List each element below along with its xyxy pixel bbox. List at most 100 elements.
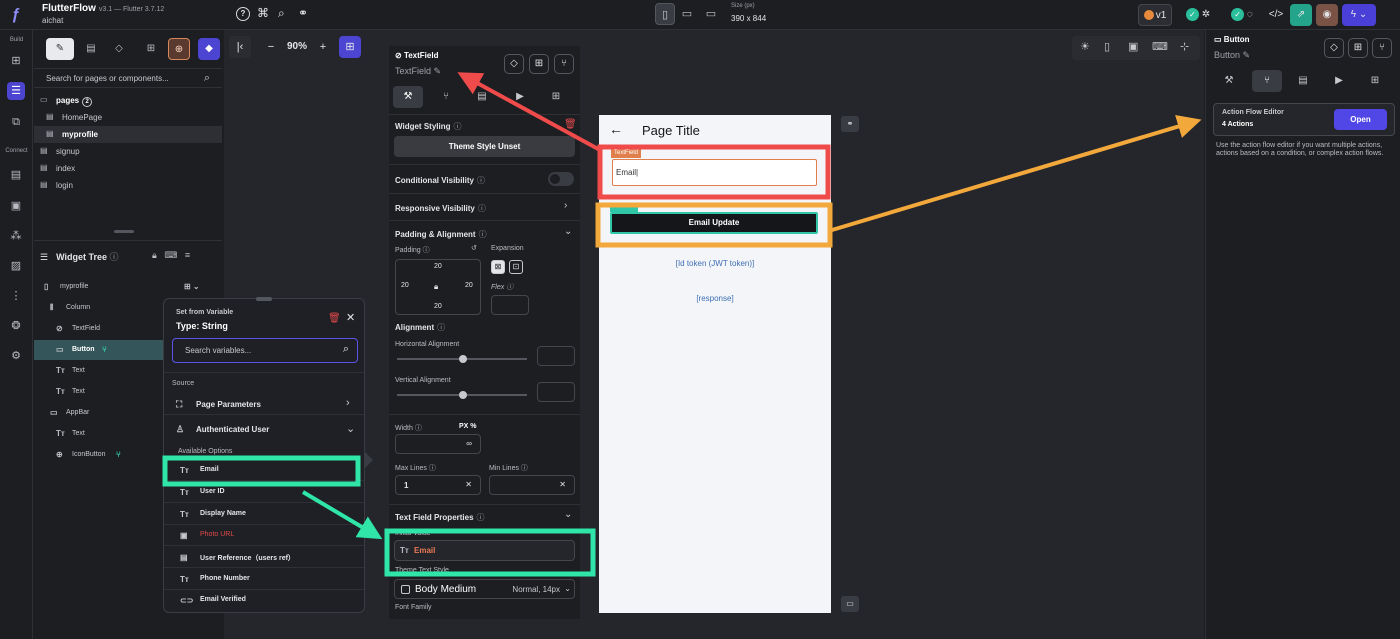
props-subtitle[interactable]: TextField ✎ — [395, 66, 441, 77]
backend-tab-icon[interactable]: ▤ — [1288, 70, 1318, 92]
diamond-icon[interactable]: ◇ — [504, 54, 524, 74]
light-mode-icon[interactable]: ☀ — [1080, 40, 1090, 53]
actions-tab-icon[interactable]: ⑂ — [431, 86, 461, 108]
help-icon[interactable]: ? — [236, 7, 250, 21]
collapse-panel-icon[interactable]: |‹ — [229, 36, 251, 58]
actions-tab-icon[interactable]: ⑂ — [1252, 70, 1282, 92]
database-icon[interactable]: ▤ — [7, 166, 25, 184]
email-textfield[interactable]: Email| — [612, 159, 817, 186]
page-item[interactable]: ▤ signup — [34, 143, 222, 160]
lock-icon[interactable]: 🔒︎ — [152, 250, 157, 260]
widget-tree-icon[interactable]: ☰ — [7, 82, 25, 100]
checkbox[interactable] — [401, 585, 410, 594]
email-update-button[interactable]: Email Update — [610, 212, 818, 234]
padding-bottom-input[interactable]: 20 — [434, 303, 442, 310]
pages-folder[interactable]: ▭ pages 2 — [34, 92, 222, 109]
page-item[interactable]: ▤ HomePage — [34, 109, 222, 126]
zoom-level[interactable]: 90% — [287, 41, 307, 52]
variable-search-input[interactable]: Search variables... ⌕ — [172, 338, 358, 363]
max-lines-input[interactable]: 1 ✕ — [395, 475, 481, 495]
media-icon[interactable]: ▨ — [7, 257, 25, 275]
components-tab-icon[interactable]: ▤ — [80, 38, 102, 60]
padding-alignment-title[interactable]: Padding & Alignment ⓘ — [395, 229, 487, 240]
option-phone-number[interactable]: Tт Phone Number — [164, 569, 364, 590]
page-item[interactable]: ▤ myprofile — [34, 126, 222, 143]
logic-icon[interactable]: ⋮ — [7, 287, 25, 305]
chat-button[interactable]: ✓ ◌ — [1222, 4, 1262, 26]
filter-icon[interactable]: ≡ — [185, 250, 190, 260]
debug-button[interactable]: ✓ ✲ — [1178, 4, 1218, 26]
premium-tab-icon[interactable]: ◇ — [108, 38, 130, 60]
diamond-icon[interactable]: ◆ — [198, 38, 220, 60]
phone-frame-icon[interactable]: ▯ — [1104, 40, 1110, 53]
popup-drag-handle[interactable] — [256, 297, 272, 301]
responsive-icon[interactable]: ▣ — [1128, 40, 1138, 53]
zoom-out-icon[interactable]: − — [263, 36, 279, 58]
chevron-right-icon[interactable]: › — [564, 200, 567, 211]
authenticated-user-row[interactable]: ♙ Authenticated User ⌄ — [164, 419, 364, 440]
link-icon[interactable]: ⚭ — [298, 6, 308, 20]
share-icon[interactable]: ⇗ — [1290, 4, 1312, 26]
responsive-visibility-title[interactable]: Responsive Visibility ⓘ — [395, 203, 486, 214]
chevron-down-icon[interactable]: ⌄ — [564, 509, 572, 520]
search-icon[interactable]: ⌕ — [278, 6, 285, 21]
clear-icon[interactable]: ✕ — [559, 480, 566, 489]
slider-knob[interactable] — [459, 355, 467, 363]
close-icon[interactable]: ✕ — [346, 311, 355, 324]
add-component-icon[interactable]: ⊞ ⌄ — [184, 282, 200, 291]
page-item[interactable]: ▤ index — [34, 160, 222, 177]
run-bolt-icon[interactable]: ϟ ⌄ — [1342, 4, 1376, 26]
trash-icon[interactable]: 🗑︎ — [328, 313, 341, 324]
text-style-select[interactable]: Body Medium Normal, 14px ⌄ — [394, 579, 575, 599]
option-display-name[interactable]: Tт Display Name — [164, 504, 364, 525]
diamond-icon[interactable]: ◇ — [1324, 38, 1344, 58]
add-icon[interactable]: ⊞ — [529, 54, 549, 74]
add-icon[interactable]: ⊞ — [1348, 38, 1368, 58]
expansion-loose-icon[interactable]: ⊡ — [509, 260, 523, 274]
conditional-visibility-toggle[interactable] — [548, 172, 574, 186]
play-tab-icon[interactable]: ▶ — [1324, 70, 1354, 92]
tablet-device-icon[interactable]: ▭ — [677, 3, 697, 25]
new-folder-icon[interactable]: ⊞ — [140, 38, 162, 60]
padding-top-input[interactable]: 20 — [434, 263, 442, 270]
zoom-in-icon[interactable]: + — [315, 36, 331, 58]
lock-icon[interactable]: 🔒︎ — [434, 282, 438, 292]
pages-search[interactable]: Search for pages or components... ⌕ — [34, 68, 222, 88]
slider-knob[interactable] — [459, 391, 467, 399]
phone-device-icon[interactable]: ▯ — [655, 3, 675, 25]
trash-icon[interactable]: 🗑︎ — [564, 119, 577, 130]
project-name[interactable]: aichat — [42, 16, 63, 25]
pages-tab-icon[interactable]: ✎ — [46, 38, 74, 60]
reset-icon[interactable]: ↺ — [471, 244, 477, 252]
api-icon[interactable]: ▣ — [7, 197, 25, 215]
desktop-device-icon[interactable]: ▭ — [701, 3, 721, 25]
page-parameters-row[interactable]: ⛶ Page Parameters › — [164, 394, 364, 415]
add-to-canvas-icon[interactable]: ⊞ — [339, 36, 361, 58]
clear-icon[interactable]: ✕ — [465, 480, 472, 489]
keyboard-icon[interactable]: ⌨ — [164, 250, 177, 260]
size-value[interactable]: 390 x 844 — [731, 14, 766, 23]
theme-style-button[interactable]: Theme Style Unset — [394, 136, 575, 157]
integrations-icon[interactable]: ⁂ — [7, 227, 25, 245]
option-user-id[interactable]: Tт User ID — [164, 482, 364, 503]
wrap-icon[interactable]: ⑂ — [1372, 38, 1392, 58]
flex-input[interactable] — [491, 295, 529, 315]
vertical-alignment-input[interactable] — [537, 382, 575, 402]
option-email[interactable]: Tт Email — [164, 460, 364, 481]
code-icon[interactable]: </> — [1266, 4, 1286, 26]
properties-tab-icon[interactable]: ⚒ — [393, 86, 423, 108]
padding-left-input[interactable]: 20 — [401, 282, 409, 289]
theme-icon[interactable]: ❂ — [7, 317, 25, 335]
initial-value-field[interactable]: Tт Email — [394, 540, 575, 561]
play-tab-icon[interactable]: ▶ — [505, 86, 535, 108]
width-units[interactable]: PX % — [459, 423, 477, 430]
padding-right-input[interactable]: 20 — [465, 282, 473, 289]
back-arrow-icon[interactable]: ← — [609, 121, 623, 137]
page-item[interactable]: ▤ login — [34, 177, 222, 194]
edit-pencil-icon[interactable]: ✎ — [434, 66, 442, 76]
min-lines-input[interactable]: ✕ — [489, 475, 575, 495]
add-widget-icon[interactable]: ⊞ — [7, 52, 25, 70]
chevron-down-icon[interactable]: ⌄ — [564, 226, 572, 237]
canvas-settings-icon[interactable]: ⊹ — [1180, 40, 1189, 53]
open-action-flow-button[interactable]: Open — [1334, 109, 1387, 130]
